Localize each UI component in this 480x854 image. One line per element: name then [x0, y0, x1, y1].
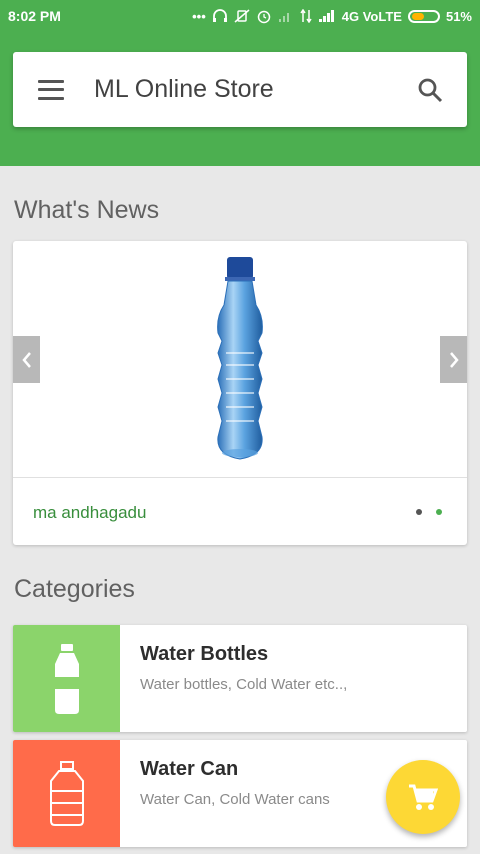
news-image: [13, 241, 467, 477]
category-thumbnail: [13, 740, 120, 847]
category-name: Water Bottles: [140, 643, 269, 665]
store-title: ML Online Store: [94, 75, 274, 103]
search-icon[interactable]: [417, 77, 443, 103]
chevron-left-icon: [21, 351, 31, 368]
status-time: 8:02 PM: [8, 8, 61, 24]
carousel-dot-active[interactable]: [436, 509, 442, 515]
more-dots-icon: •••: [192, 8, 206, 24]
headphones-icon: [212, 9, 227, 22]
news-heading: What's News: [14, 196, 160, 224]
search-bar[interactable]: ML Online Store: [13, 52, 467, 127]
hamburger-menu-icon[interactable]: [38, 79, 64, 100]
category-thumbnail: [13, 625, 120, 732]
signal-bars-icon: [318, 10, 334, 22]
category-name: Water Can: [140, 758, 239, 780]
news-divider: [13, 477, 467, 478]
status-icons: ••• 4G VoLTE 51%: [192, 8, 472, 24]
carousel-page-indicator: [416, 509, 442, 515]
status-bar: 8:02 PM ••• 4G VoLTE 51%: [0, 0, 480, 32]
vibrate-off-icon: [234, 9, 250, 23]
category-card-water-bottles[interactable]: Water Bottles Water bottles, Cold Water …: [13, 625, 467, 732]
data-arrows-icon: [300, 9, 312, 23]
cart-icon: [409, 784, 438, 810]
cart-fab-button[interactable]: [386, 760, 460, 834]
carousel-next-button[interactable]: [440, 336, 467, 383]
categories-heading: Categories: [14, 575, 135, 603]
news-carousel[interactable]: ma andhagadu: [13, 241, 467, 545]
network-type: 4G VoLTE: [341, 8, 402, 24]
category-description: Water bottles, Cold Water etc..,: [140, 676, 348, 693]
water-can-icon: [49, 760, 84, 826]
no-signal-icon: [278, 13, 289, 22]
chevron-right-icon: [449, 351, 459, 368]
water-bottle-image: [217, 257, 263, 460]
news-caption[interactable]: ma andhagadu: [33, 503, 146, 523]
battery-icon: [407, 9, 440, 23]
category-description: Water Can, Cold Water cans: [140, 791, 330, 808]
alarm-icon: [257, 10, 271, 24]
water-bottle-icon: [54, 643, 79, 714]
carousel-prev-button[interactable]: [13, 336, 40, 383]
battery-level: [411, 12, 424, 20]
battery-percent: 51%: [445, 8, 472, 24]
carousel-dot[interactable]: [416, 509, 422, 515]
